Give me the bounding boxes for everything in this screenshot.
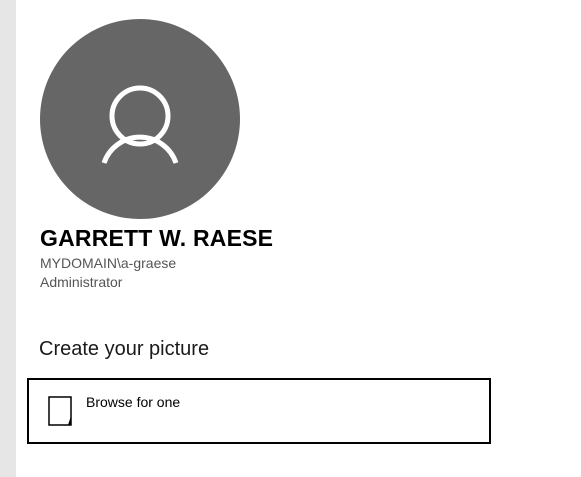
profile-avatar [40, 19, 240, 219]
browse-for-one-label: Browse for one [86, 394, 181, 410]
account-info-page: GARRETT W. RAESE MYDOMAIN\a-graese Admin… [0, 0, 581, 477]
document-icon [47, 395, 75, 429]
user-account-name: MYDOMAIN\a-graese [40, 255, 177, 271]
browse-for-one-button[interactable]: Browse for one [27, 378, 491, 444]
user-role: Administrator [40, 274, 123, 290]
user-silhouette-icon [101, 85, 179, 164]
user-display-name: GARRETT W. RAESE [40, 225, 274, 251]
create-picture-heading: Create your picture [39, 338, 210, 360]
navigation-pane-edge [0, 0, 16, 477]
